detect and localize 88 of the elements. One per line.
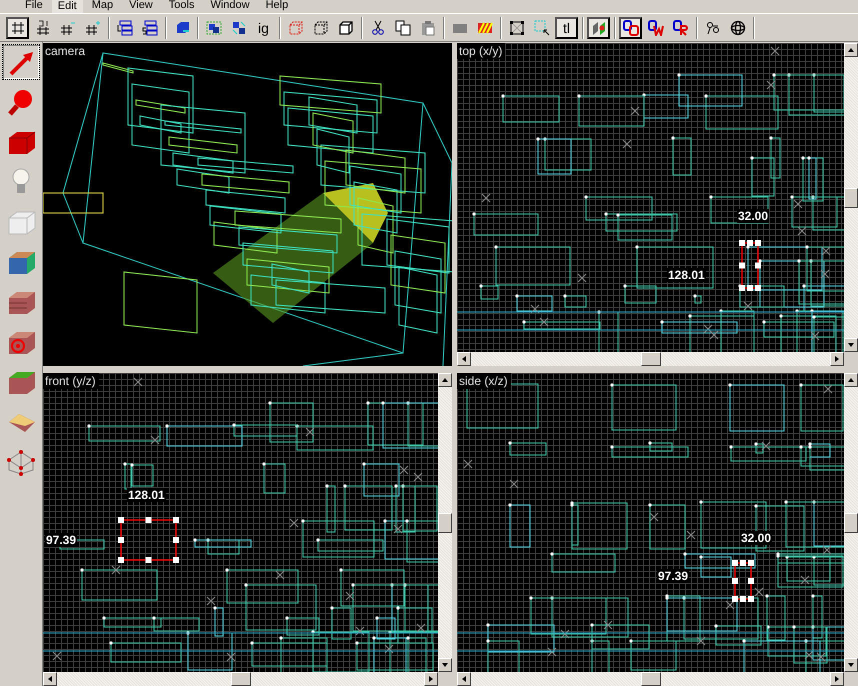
scrollbar[interactable] [438,373,452,672]
scroll-thumb[interactable] [230,672,250,686]
letters-icon [648,20,664,36]
path-nodes-icon [704,20,720,36]
letters-icon [622,20,638,36]
sphere-icon [730,20,746,36]
up-arrow-icon [442,377,448,383]
scissors-icon [370,20,386,36]
scrollbar[interactable] [457,672,844,686]
scroll-arrow-button[interactable] [457,352,471,366]
menu-item[interactable]: Tools [162,0,202,13]
left-arrow-icon [461,676,467,682]
viewport-canvas[interactable]: camera [43,43,452,366]
ungroup-icon [230,20,246,36]
scroll-thumb[interactable] [640,352,660,366]
striped-block-icon [476,20,492,36]
scroll-arrow-button[interactable] [830,672,844,686]
down-arrow-icon [848,662,854,668]
viewport-title: front (y/z) [43,373,99,389]
down-arrow-icon [848,342,854,348]
scroll-thumb[interactable] [438,512,452,532]
tool-button[interactable] [2,44,40,80]
down-arrow-icon [442,662,448,668]
scroll-arrow-button[interactable] [43,672,57,686]
scrollbar[interactable] [43,672,438,686]
viewport-canvas[interactable]: top (x/y) 32.00 128.01 [457,43,844,352]
selection-box[interactable] [732,560,754,602]
dimension-label: 128.01 [667,268,706,282]
right-arrow-icon [834,676,840,682]
menu-item[interactable]: View [122,0,160,13]
scroll-arrow-button[interactable] [844,373,858,387]
scroll-arrow-button[interactable] [844,658,858,672]
copy-icon [394,20,410,36]
scrollbar[interactable] [457,352,844,366]
toolbar-button[interactable]: tl [555,16,578,38]
dimension-label: 128.01 [127,488,166,502]
dimension-label: 32.00 [737,209,770,223]
cube-icon [312,20,328,36]
viewport-canvas[interactable]: side (x/z) 32.00 97.39 [457,373,844,672]
menu-item[interactable]: Edit [52,0,83,13]
dimension-label: 32.00 [740,531,772,545]
scroll-arrow-button[interactable] [844,338,858,352]
group-icon [206,20,222,36]
grid-larger-icon [84,20,100,36]
box-select-icon [508,20,524,36]
up-arrow-icon [848,377,854,383]
toolbar-button[interactable] [6,16,29,38]
grid-smaller-icon [60,20,76,36]
dimension-label: 97.39 [45,533,78,547]
scroll-arrow-button[interactable] [438,658,452,672]
right-arrow-icon [428,676,434,682]
letters-icon [672,20,688,36]
toolbar-button[interactable]: ig [252,16,275,38]
scrollbar[interactable] [844,43,858,352]
viewport-title: side (x/z) [457,373,511,389]
scroll-thumb[interactable] [844,512,858,532]
menu-item[interactable]: Window [203,0,257,13]
paste-icon [420,20,436,36]
viewport-title: top (x/y) [457,43,506,59]
selection-box[interactable] [118,517,179,563]
viewport-canvas[interactable]: front (y/z) 128.01 97.39 [43,373,438,672]
toolbar-button[interactable] [619,16,642,38]
scroll-arrow-button[interactable] [844,43,858,57]
grid-icon [10,20,26,36]
left-arrow-icon [47,676,53,682]
menu-item[interactable]: File [18,0,50,13]
up-arrow-icon [848,47,854,53]
scroll-thumb[interactable] [844,188,858,208]
scroll-thumb[interactable] [640,672,660,686]
dimension-label: 97.39 [657,569,690,583]
scroll-arrow-button[interactable] [457,672,471,686]
selection-box[interactable] [739,240,761,291]
layers-icon [116,20,132,36]
left-arrow-icon [461,356,467,362]
scrollbar[interactable] [844,373,858,672]
grid-3d-icon [34,20,50,36]
layers-icon [142,20,158,36]
scroll-arrow-button[interactable] [438,373,452,387]
right-arrow-icon [834,356,840,362]
scroll-arrow-button[interactable] [830,352,844,366]
menu-item[interactable]: Help [258,0,296,13]
toolbar-button[interactable] [587,16,610,38]
split-plane-icon [590,20,606,36]
cube-icon [338,20,354,36]
cube-icon [288,20,304,36]
selection-cursor-icon [534,20,550,36]
menu-item[interactable]: Map [84,0,120,13]
scroll-arrow-button[interactable] [424,672,438,686]
